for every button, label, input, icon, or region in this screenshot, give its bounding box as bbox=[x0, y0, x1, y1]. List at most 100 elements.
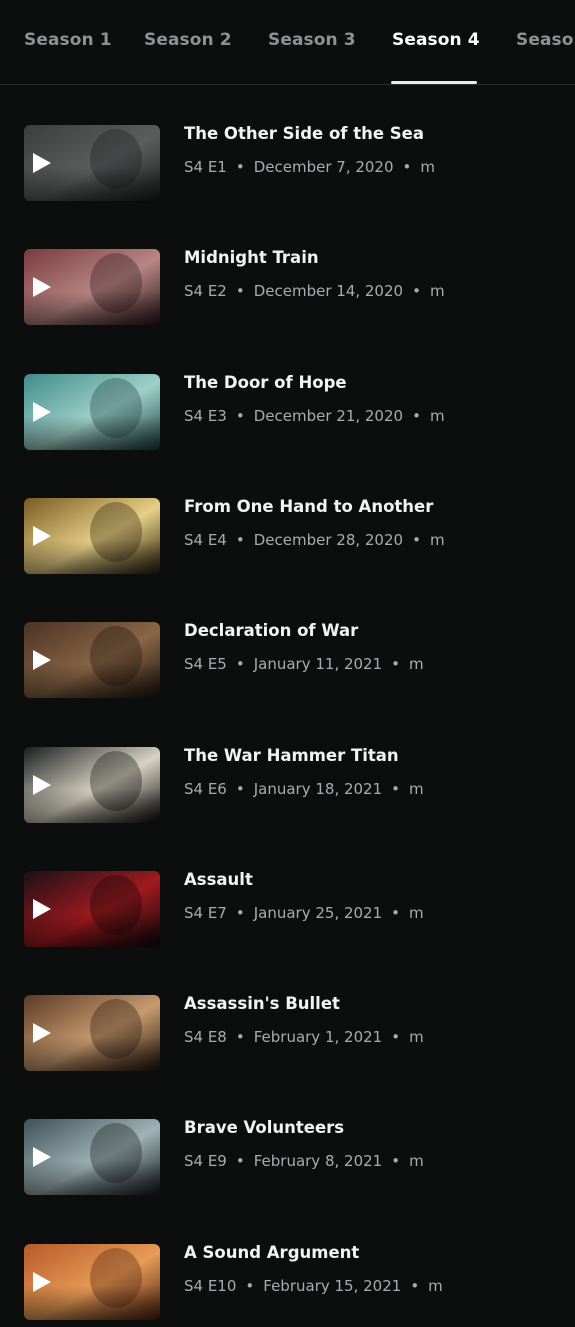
separator-dot: • bbox=[235, 903, 245, 922]
episode-row[interactable]: From One Hand to Another S4 E4 • December 2… bbox=[0, 457, 575, 581]
separator-dot: • bbox=[235, 655, 245, 674]
separator-dot: • bbox=[235, 530, 245, 549]
episode-thumbnail[interactable] bbox=[24, 249, 160, 326]
episode-meta: S4 E4 • December 28, 2020 • m bbox=[184, 531, 445, 549]
episode-air-date: December 28, 2020 bbox=[253, 530, 404, 549]
play-icon[interactable] bbox=[32, 276, 52, 298]
separator-dot: • bbox=[412, 406, 421, 425]
episode-thumbnail[interactable] bbox=[24, 995, 160, 1072]
play-icon[interactable] bbox=[32, 1022, 52, 1044]
episode-row[interactable]: The Other Side of the Sea S4 E1 • December … bbox=[0, 84, 575, 208]
episode-thumbnail[interactable] bbox=[24, 746, 160, 823]
episode-code: S4 E5 bbox=[184, 655, 227, 674]
episode-code: S4 E9 bbox=[184, 1152, 227, 1171]
episode-duration: m bbox=[409, 779, 424, 798]
play-icon[interactable] bbox=[32, 649, 52, 671]
episode-title[interactable]: From One Hand to Another bbox=[184, 497, 433, 516]
episode-title[interactable]: Assault bbox=[184, 870, 253, 889]
separator-dot: • bbox=[391, 1152, 401, 1171]
episode-row[interactable]: Declaration of War S4 E5 • January 11, 2021… bbox=[0, 581, 575, 705]
separator-dot: • bbox=[410, 1276, 420, 1295]
episode-air-date: February 1, 2021 bbox=[253, 1028, 383, 1047]
episode-row[interactable]: The War Hammer Titan S4 E6 • January 18, 20… bbox=[0, 706, 575, 830]
tab-season-2[interactable]: Season 2 bbox=[144, 30, 232, 50]
episode-title[interactable]: The War Hammer Titan bbox=[184, 746, 399, 765]
episode-code: S4 E6 bbox=[184, 779, 227, 798]
episode-air-date: February 8, 2021 bbox=[253, 1152, 383, 1171]
episode-meta: S4 E10 • February 15, 2021 • m bbox=[184, 1277, 443, 1295]
separator-dot: • bbox=[391, 779, 401, 798]
episode-row[interactable]: The Door of Hope S4 E3 • December 21, 2020 •… bbox=[0, 333, 575, 457]
play-icon[interactable] bbox=[32, 1146, 52, 1168]
separator-dot: • bbox=[412, 282, 421, 301]
episode-row[interactable]: A Sound Argument S4 E10 • February 15, 2021… bbox=[0, 1203, 575, 1327]
episode-thumbnail[interactable] bbox=[24, 870, 160, 947]
episode-row[interactable]: Assault S4 E7 • January 25, 2021 • m bbox=[0, 830, 575, 954]
episode-title[interactable]: Midnight Train bbox=[184, 248, 319, 267]
tab-season-4[interactable]: Season 4 bbox=[392, 30, 480, 50]
tab-season-5[interactable]: Season 5 bbox=[516, 30, 575, 50]
episode-row[interactable]: Midnight Train S4 E2 • December 14, 2020 • m bbox=[0, 208, 575, 332]
episode-title[interactable]: The Door of Hope bbox=[184, 373, 347, 392]
tab-season-3[interactable]: Season 3 bbox=[268, 30, 356, 50]
episode-thumbnail[interactable] bbox=[24, 497, 160, 574]
episode-code: S4 E8 bbox=[184, 1028, 227, 1047]
episode-duration: m bbox=[429, 530, 445, 549]
episode-duration: m bbox=[409, 1028, 424, 1047]
episode-meta: S4 E7 • January 25, 2021 • m bbox=[184, 904, 424, 922]
episode-code: S4 E10 bbox=[184, 1276, 237, 1295]
episode-duration: m bbox=[409, 903, 424, 922]
episode-thumbnail[interactable] bbox=[24, 125, 160, 201]
episode-code: S4 E7 bbox=[184, 903, 227, 922]
episode-thumbnail[interactable] bbox=[24, 1243, 160, 1320]
play-icon[interactable] bbox=[32, 525, 52, 547]
play-icon[interactable] bbox=[32, 401, 52, 423]
play-icon[interactable] bbox=[32, 898, 52, 920]
tab-season-1[interactable]: Season 1 bbox=[24, 30, 112, 50]
separator-dot: • bbox=[235, 779, 245, 798]
separator-dot: • bbox=[391, 655, 401, 674]
episode-duration: m bbox=[428, 1276, 443, 1295]
separator-dot: • bbox=[412, 530, 421, 549]
separator-dot: • bbox=[402, 158, 412, 176]
separator-dot: • bbox=[235, 406, 245, 425]
separator-dot: • bbox=[235, 158, 245, 176]
separator-dot: • bbox=[235, 1028, 245, 1047]
episode-title[interactable]: A Sound Argument bbox=[184, 1243, 359, 1262]
separator-dot: • bbox=[391, 903, 401, 922]
episode-meta: S4 E1 • December 7, 2020 • m bbox=[184, 158, 435, 176]
episode-duration: m bbox=[409, 655, 424, 674]
episode-air-date: February 15, 2021 bbox=[263, 1276, 402, 1295]
season-tabs: Season 1 Season 2 Season 3 Season 4 Seas… bbox=[0, 0, 575, 85]
episode-row[interactable]: Assassin's Bullet S4 E8 • February 1, 2021 •… bbox=[0, 954, 575, 1078]
episode-title[interactable]: The Other Side of the Sea bbox=[184, 124, 424, 143]
episode-code: S4 E2 bbox=[184, 282, 227, 301]
episode-air-date: December 14, 2020 bbox=[253, 282, 404, 301]
separator-dot: • bbox=[245, 1276, 255, 1295]
episode-title[interactable]: Declaration of War bbox=[184, 621, 358, 640]
episode-air-date: December 7, 2020 bbox=[253, 158, 394, 176]
episode-thumbnail[interactable] bbox=[24, 373, 160, 450]
episode-air-date: January 25, 2021 bbox=[253, 903, 383, 922]
episode-code: S4 E1 bbox=[184, 158, 227, 176]
episode-meta: S4 E2 • December 14, 2020 • m bbox=[184, 282, 445, 300]
episode-meta: S4 E5 • January 11, 2021 • m bbox=[184, 655, 424, 673]
separator-dot: • bbox=[235, 282, 245, 301]
episode-air-date: December 21, 2020 bbox=[253, 406, 404, 425]
separator-dot: • bbox=[235, 1152, 245, 1171]
episode-meta: S4 E3 • December 21, 2020 • m bbox=[184, 407, 445, 425]
separator-dot: • bbox=[391, 1028, 401, 1047]
episode-meta: S4 E6 • January 18, 2021 • m bbox=[184, 780, 424, 798]
episode-duration: m bbox=[420, 158, 436, 176]
episode-meta: S4 E8 • February 1, 2021 • m bbox=[184, 1028, 424, 1046]
play-icon[interactable] bbox=[32, 1271, 52, 1293]
play-icon[interactable] bbox=[32, 152, 52, 174]
episode-air-date: January 18, 2021 bbox=[253, 779, 383, 798]
episode-thumbnail[interactable] bbox=[24, 1119, 160, 1196]
episode-title[interactable]: Brave Volunteers bbox=[184, 1118, 344, 1137]
episode-row[interactable]: Brave Volunteers S4 E9 • February 8, 2021 • m bbox=[0, 1078, 575, 1202]
episode-duration: m bbox=[429, 406, 445, 425]
play-icon[interactable] bbox=[32, 774, 52, 796]
episode-thumbnail[interactable] bbox=[24, 622, 160, 699]
episode-title[interactable]: Assassin's Bullet bbox=[184, 994, 340, 1013]
